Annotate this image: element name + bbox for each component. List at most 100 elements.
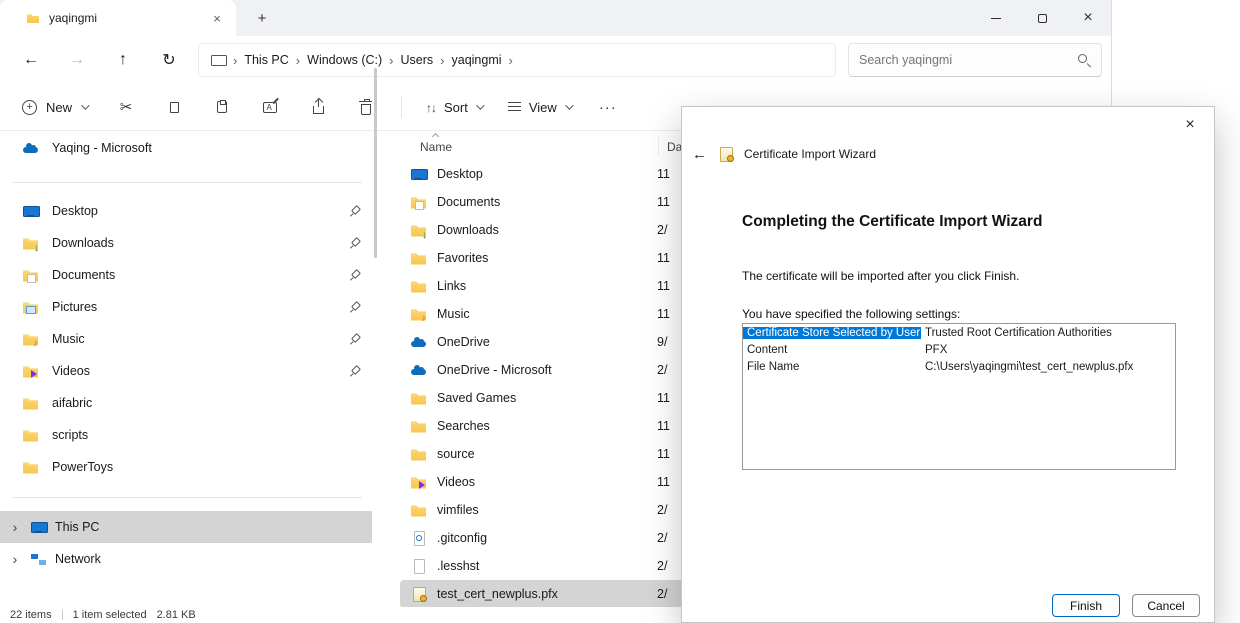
file-row[interactable]: source 11	[400, 440, 684, 468]
back-arrow-icon[interactable]	[692, 146, 707, 163]
explorer-tab[interactable]: yaqingmi	[0, 0, 236, 36]
music-icon	[22, 331, 39, 348]
file-row[interactable]: Desktop 11	[400, 160, 684, 188]
cut-button[interactable]	[105, 90, 147, 124]
settings-row-content[interactable]: Content PFX	[743, 341, 1175, 358]
sidebar-item-videos[interactable]: Videos	[0, 355, 372, 387]
refresh-button[interactable]	[146, 42, 192, 78]
file-row[interactable]: Music 11	[400, 300, 684, 328]
column-header-name[interactable]: Name	[420, 140, 452, 154]
file-list-header: Name Da	[400, 132, 690, 160]
more-options-button[interactable]	[587, 90, 629, 124]
desktop-icon	[22, 203, 39, 220]
column-divider[interactable]	[658, 137, 659, 155]
breadcrumb-item-yaqingmi[interactable]: yaqingmi	[452, 53, 502, 67]
file-row[interactable]: OneDrive - Microsoft 2/	[400, 356, 684, 384]
sidebar-item-label: Yaqing - Microsoft	[52, 141, 152, 155]
sidebar-item-this-pc[interactable]: This PC	[0, 511, 372, 543]
finish-button[interactable]: Finish	[1052, 594, 1120, 617]
sidebar-item-desktop[interactable]: Desktop	[0, 195, 372, 227]
tab-close-icon[interactable]	[208, 9, 226, 27]
file-row[interactable]: .lesshst 2/	[400, 552, 684, 580]
settings-row-certificate-store[interactable]: Certificate Store Selected by User Trust…	[743, 324, 1175, 341]
minimize-button[interactable]	[973, 0, 1019, 36]
maximize-icon	[1038, 14, 1047, 23]
sidebar-scrollbar[interactable]	[374, 68, 377, 258]
file-name: source	[437, 447, 475, 461]
file-row[interactable]: Favorites 11	[400, 244, 684, 272]
file-name: OneDrive - Microsoft	[437, 363, 552, 377]
sidebar-item-scripts[interactable]: scripts	[0, 419, 372, 451]
file-name: test_cert_newplus.pfx	[437, 587, 558, 601]
setting-value: PFX	[921, 344, 947, 356]
setting-key: File Name	[743, 361, 921, 373]
close-button[interactable]	[1065, 0, 1111, 36]
sidebar-item-music[interactable]: Music	[0, 323, 372, 355]
search-input[interactable]	[859, 53, 1069, 67]
paste-button[interactable]	[201, 90, 243, 124]
share-button[interactable]	[297, 90, 339, 124]
sidebar-item-pictures[interactable]: Pictures	[0, 291, 372, 323]
this-pc-icon	[211, 54, 226, 67]
cancel-button[interactable]: Cancel	[1132, 594, 1200, 617]
gear-file-icon	[410, 530, 427, 547]
chevron-right-icon[interactable]	[8, 519, 22, 535]
file-row[interactable]: Documents 11	[400, 188, 684, 216]
certificate-wizard-icon	[717, 146, 734, 163]
settings-row-file-name[interactable]: File Name C:\Users\yaqingmi\test_cert_ne…	[743, 358, 1175, 375]
new-tab-button[interactable]	[252, 8, 272, 28]
file-date: 11	[657, 475, 670, 489]
file-name: Music	[437, 307, 470, 321]
file-name: OneDrive	[437, 335, 490, 349]
dialog-close-button[interactable]	[1174, 113, 1206, 137]
sidebar-item-aifabric[interactable]: aifabric	[0, 387, 372, 419]
sidebar-divider	[12, 182, 362, 183]
file-date: 11	[657, 419, 670, 433]
copy-button[interactable]	[153, 90, 195, 124]
settings-list: Certificate Store Selected by User Trust…	[742, 323, 1176, 470]
sort-button[interactable]: Sort	[416, 90, 492, 124]
back-button[interactable]	[8, 42, 54, 78]
file-row[interactable]: Searches 11	[400, 412, 684, 440]
view-button[interactable]: View	[498, 90, 581, 124]
file-row[interactable]: OneDrive 9/	[400, 328, 684, 356]
search-box[interactable]	[848, 43, 1102, 77]
sidebar-item-label: Music	[52, 332, 85, 346]
file-row[interactable]: Downloads 2/	[400, 216, 684, 244]
file-row[interactable]: Links 11	[400, 272, 684, 300]
documents-folder-icon	[410, 194, 427, 211]
sidebar-item-documents[interactable]: Documents	[0, 259, 372, 291]
file-date: 11	[657, 195, 670, 209]
delete-button[interactable]	[345, 90, 387, 124]
sort-ascending-icon	[432, 133, 439, 140]
folder-icon	[22, 459, 39, 476]
selection-count: 1 item selected	[73, 609, 147, 621]
file-icon	[410, 558, 427, 575]
file-date: 9/	[657, 335, 667, 349]
file-row[interactable]: Videos 11	[400, 468, 684, 496]
file-row[interactable]: .gitconfig 2/	[400, 524, 684, 552]
maximize-button[interactable]	[1019, 0, 1065, 36]
downloads-folder-icon	[410, 222, 427, 239]
sidebar-item-downloads[interactable]: Downloads	[0, 227, 372, 259]
breadcrumb-item-this-pc[interactable]: This PC	[244, 53, 288, 67]
file-row[interactable]: Saved Games 11	[400, 384, 684, 412]
new-button[interactable]: New	[10, 90, 99, 124]
rename-button[interactable]	[249, 90, 291, 124]
file-row[interactable]: vimfiles 2/	[400, 496, 684, 524]
sidebar-item-powertoys[interactable]: PowerToys	[0, 451, 372, 483]
forward-button[interactable]	[54, 42, 100, 78]
downloads-icon	[22, 235, 39, 252]
settings-caption: You have specified the following setting…	[742, 307, 960, 321]
file-row-selected[interactable]: test_cert_newplus.pfx 2/	[400, 580, 684, 607]
chevron-down-icon	[565, 101, 573, 109]
breadcrumb-item-users[interactable]: Users	[401, 53, 434, 67]
sidebar-item-onedrive[interactable]: Yaqing - Microsoft	[0, 132, 372, 164]
sidebar-item-label: Desktop	[52, 204, 98, 218]
sidebar-item-network[interactable]: Network	[0, 543, 372, 575]
sidebar-item-label: scripts	[52, 428, 88, 442]
breadcrumb-item-windows-c[interactable]: Windows (C:)	[307, 53, 382, 67]
chevron-right-icon[interactable]	[8, 551, 22, 567]
file-list: Name Da Desktop 11 Documents 11 Download…	[400, 132, 690, 607]
up-button[interactable]	[100, 42, 146, 78]
